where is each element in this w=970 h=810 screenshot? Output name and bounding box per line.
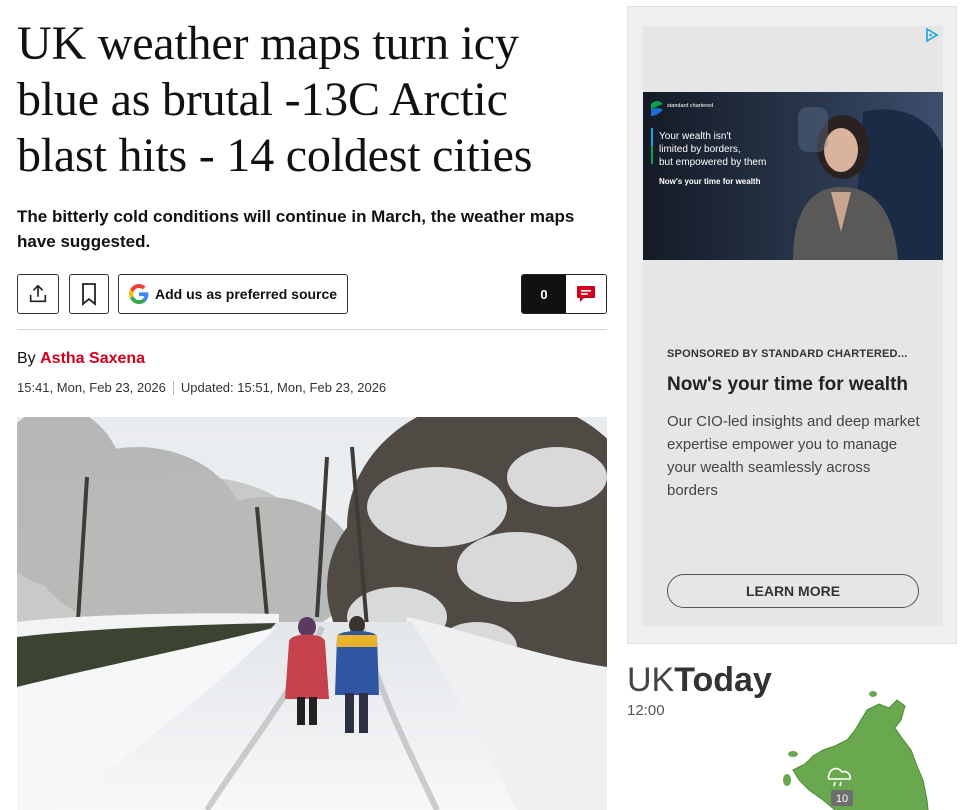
byline-prefix: By [17, 350, 36, 367]
divider [17, 329, 607, 330]
ad-sponsor: SPONSORED BY STANDARD CHARTERED... [667, 348, 908, 360]
byline: By Astha Saxena [17, 350, 145, 368]
hero-image[interactable] [17, 417, 607, 810]
date-separator [172, 380, 174, 395]
preferred-source-label: Add us as preferred source [155, 286, 338, 302]
uk-weather-map: 10 [783, 691, 929, 810]
share-button[interactable] [17, 274, 59, 314]
weather-title-light: UK [627, 661, 675, 699]
ad-image-tagline: Now's your time for wealth [659, 177, 761, 186]
advert[interactable]: standard chartered Your wealth isn't lim… [643, 26, 943, 626]
share-icon [29, 284, 47, 303]
ad-brand-text: standard chartered [667, 103, 713, 109]
article-standfirst: The bitterly cold conditions will contin… [17, 207, 575, 251]
author-link[interactable]: Astha Saxena [40, 350, 145, 367]
ad-body: Our CIO-led insights and deep market exp… [667, 413, 920, 499]
published-date: 15:41, Mon, Feb 23, 2026 [17, 380, 166, 395]
comment-count: 0 [522, 275, 566, 313]
ad-image-text-1: Your wealth isn't [659, 131, 731, 142]
snow-lane-photo [17, 417, 607, 810]
weather-time: 12:00 [627, 702, 665, 719]
learn-more-button[interactable]: LEARN MORE [667, 574, 919, 608]
article-headline: UK weather maps turn icy blue as brutal … [17, 17, 533, 182]
weather-widget[interactable]: UKToday 12:00 10 [627, 654, 957, 810]
adchoices-icon[interactable] [925, 28, 939, 42]
advert-image[interactable]: standard chartered Your wealth isn't lim… [643, 92, 943, 260]
ad-image-text-3: but empowered by them [659, 157, 766, 168]
ad-image-text-2: limited by borders, [659, 144, 741, 155]
sidebar: standard chartered Your wealth isn't lim… [627, 6, 957, 810]
article-dates: 15:41, Mon, Feb 23, 2026 Updated: 15:51,… [17, 380, 386, 395]
article-actions: Add us as preferred source 0 [17, 274, 607, 314]
temperature-value: 10 [836, 793, 848, 805]
bookmark-icon [82, 283, 96, 306]
google-icon [129, 284, 149, 304]
comment-icon [577, 286, 595, 302]
updated-date: Updated: 15:51, Mon, Feb 23, 2026 [180, 380, 387, 395]
bookmark-button[interactable] [69, 274, 109, 314]
preferred-source-button[interactable]: Add us as preferred source [118, 274, 348, 314]
comment-bubble [566, 275, 606, 313]
comments-button[interactable]: 0 [521, 274, 607, 314]
ad-title[interactable]: Now's your time for wealth [667, 374, 908, 396]
advert-container: standard chartered Your wealth isn't lim… [627, 6, 957, 644]
